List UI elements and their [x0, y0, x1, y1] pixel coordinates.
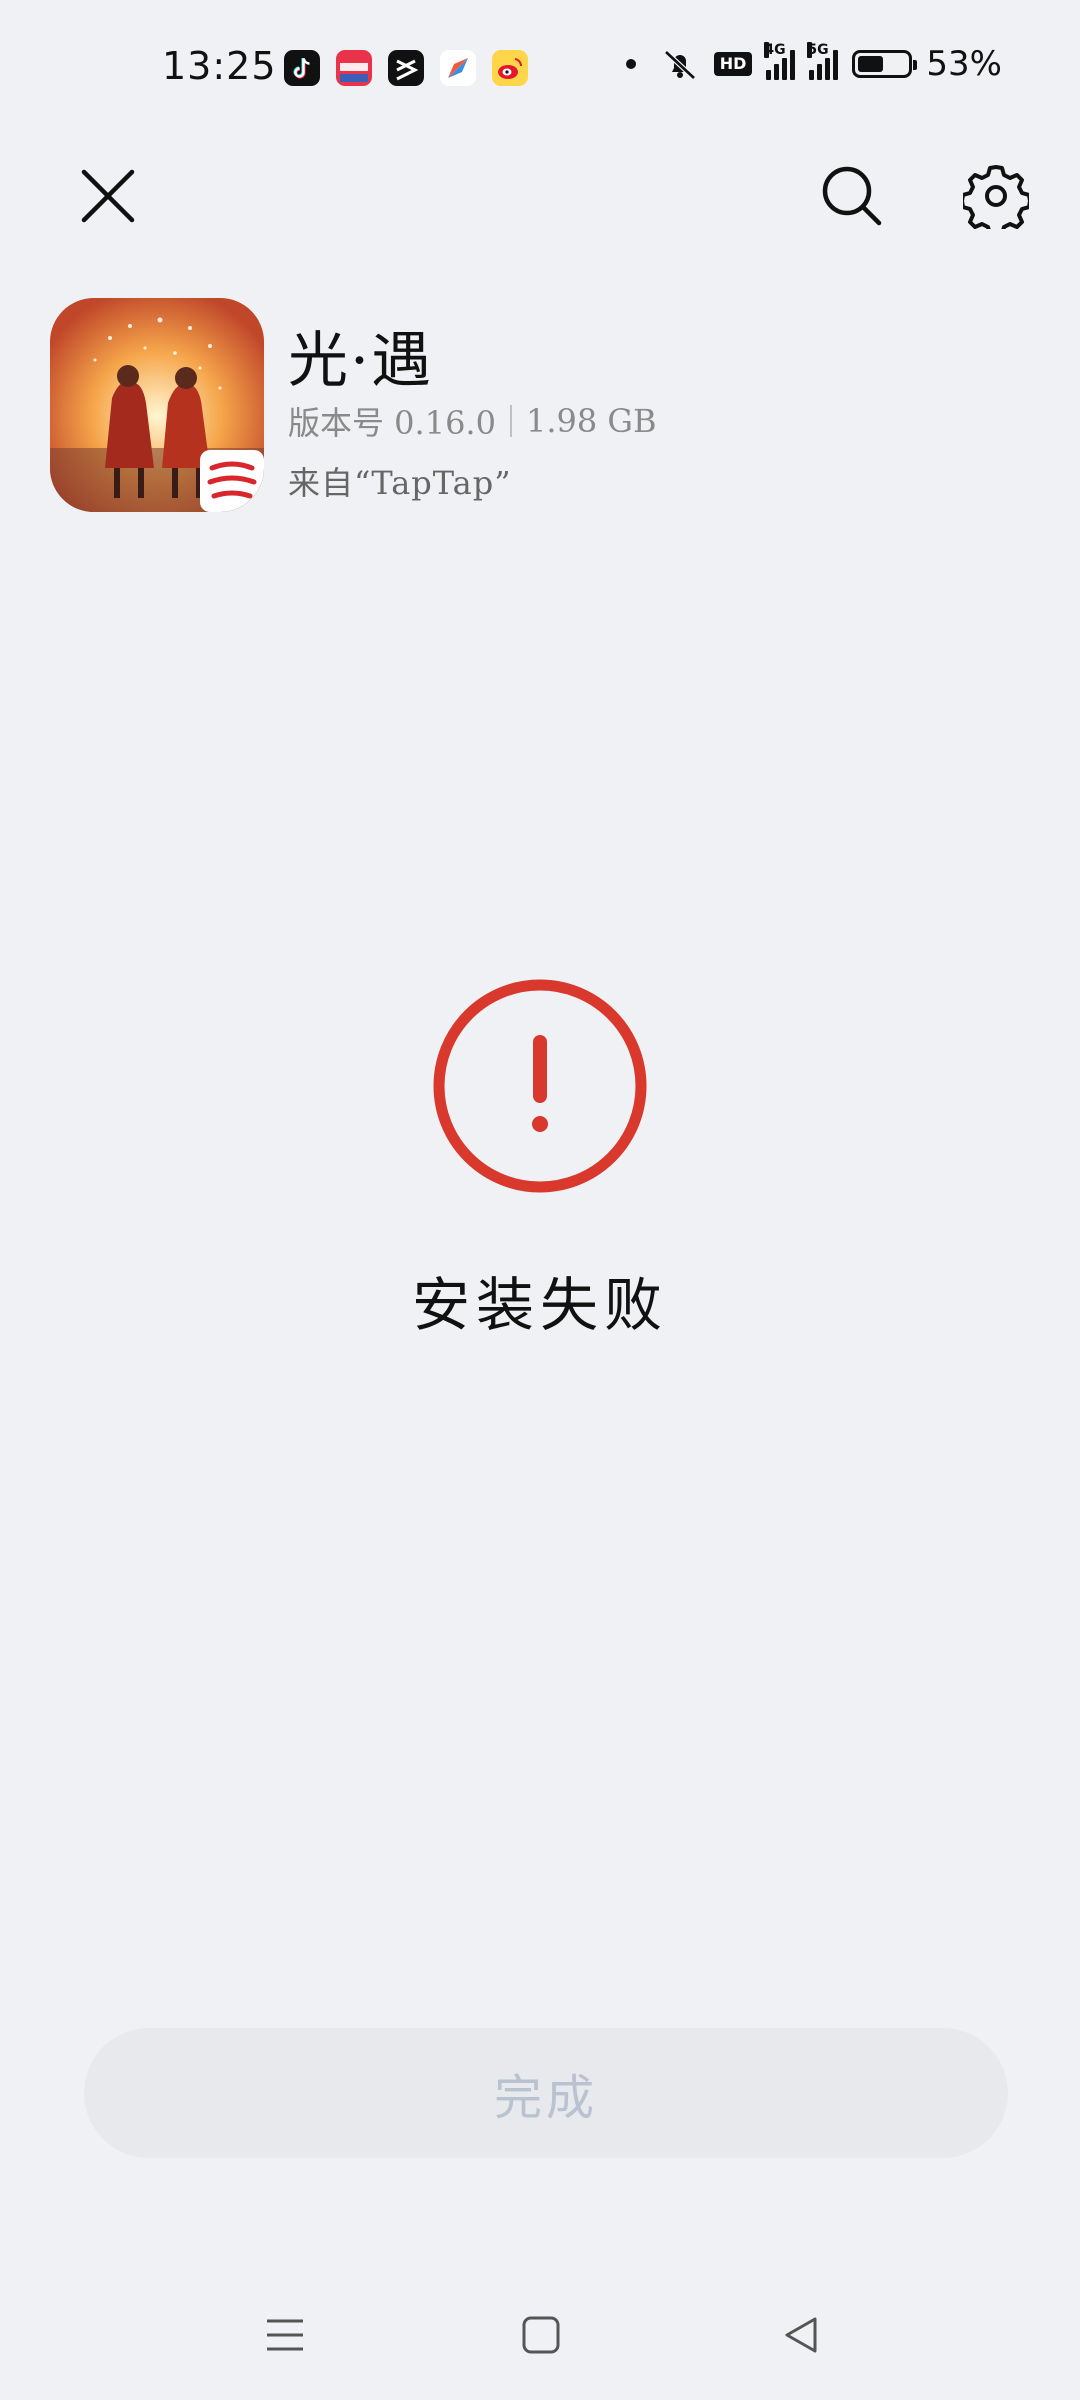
settings-button[interactable]: [956, 156, 1036, 236]
app-icon: [50, 298, 264, 512]
status-time: 13:25: [162, 44, 277, 88]
navigation-bar: [0, 2290, 1080, 2380]
install-failed-message: 安装失败: [411, 1271, 668, 1339]
back-icon: [785, 2317, 817, 2353]
search-button[interactable]: [812, 156, 892, 236]
notification-icons: [284, 50, 528, 86]
notification-dot: [625, 59, 636, 69]
back-button[interactable]: [756, 2290, 846, 2380]
battery-icon: [852, 50, 918, 78]
mute-icon: [664, 50, 696, 80]
menu-icon: [267, 2319, 303, 2351]
signal-5g-icon: 5G: [807, 42, 839, 80]
search-icon: [822, 166, 882, 226]
meta-divider: [509, 405, 512, 437]
status-right: HD 4G 5G 53%: [625, 42, 1002, 84]
app-meta: 版本号 0.16.0 1.98 GB: [288, 398, 656, 444]
close-button[interactable]: [68, 156, 148, 236]
hd-badge: HD: [713, 52, 753, 76]
xiaohongshu-icon: [336, 50, 372, 86]
menu-button[interactable]: [240, 2290, 330, 2380]
exclamation-circle-icon: [432, 978, 648, 1194]
browser-icon: [440, 50, 476, 86]
home-icon: [522, 2316, 560, 2354]
douyin-icon: [284, 50, 320, 86]
gear-icon: [963, 165, 1029, 229]
home-button[interactable]: [496, 2290, 586, 2380]
weibo-icon: [492, 50, 528, 86]
done-button[interactable]: 完成: [84, 2028, 1008, 2158]
app-version: 版本号 0.16.0: [288, 404, 496, 442]
battery-percent: 53%: [926, 44, 1002, 84]
app-name: 光·遇: [288, 326, 434, 396]
signal-4g-icon: 4G: [764, 42, 796, 80]
status-bar: 13:25 HD 4G 5G 53%: [0, 0, 1080, 140]
app-size: 1.98 GB: [525, 402, 657, 440]
capcut-icon: [388, 50, 424, 86]
app-source: 来自“TapTap”: [288, 464, 512, 502]
close-icon: [81, 169, 135, 223]
